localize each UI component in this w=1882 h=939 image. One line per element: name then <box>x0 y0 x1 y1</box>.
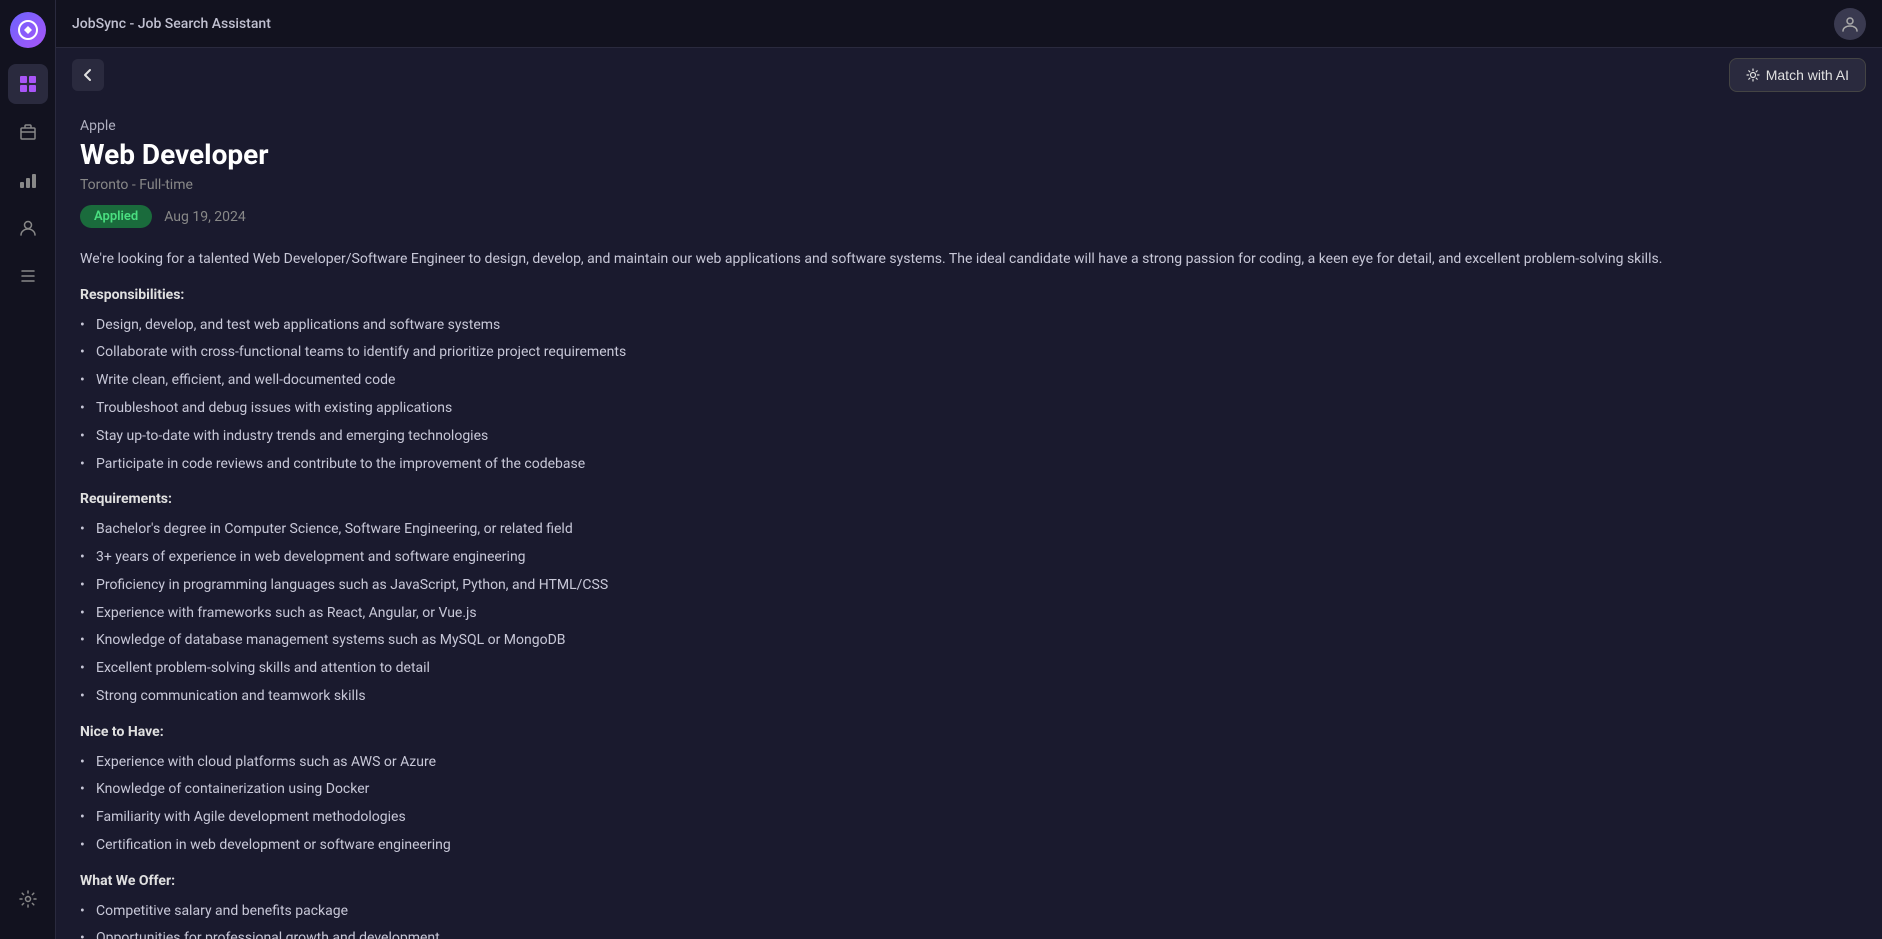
section-header: Nice to Have: <box>80 721 1832 745</box>
content-area: Match with AI Apple Web Developer Toront… <box>56 48 1882 939</box>
back-button[interactable] <box>72 59 104 91</box>
section-list: Experience with cloud platforms such as … <box>80 751 1832 858</box>
main-container: JobSync - Job Search Assistant M <box>56 0 1882 939</box>
list-item: Certification in web development or soft… <box>80 834 1832 858</box>
sidebar-item-jobs[interactable] <box>8 112 48 152</box>
match-ai-button[interactable]: Match with AI <box>1729 58 1866 92</box>
sidebar-item-profile[interactable] <box>8 208 48 248</box>
match-ai-label: Match with AI <box>1766 67 1849 83</box>
section-header: Responsibilities: <box>80 284 1832 308</box>
list-item: Troubleshoot and debug issues with exist… <box>80 397 1832 421</box>
action-bar: Match with AI <box>56 48 1882 102</box>
list-item: Competitive salary and benefits package <box>80 900 1832 924</box>
sidebar-item-settings[interactable] <box>8 879 48 919</box>
section-list: Competitive salary and benefits package O… <box>80 900 1832 939</box>
list-item: Familiarity with Agile development metho… <box>80 806 1832 830</box>
applied-date: Aug 19, 2024 <box>164 209 246 225</box>
section-header: Requirements: <box>80 488 1832 512</box>
sidebar-item-dashboard[interactable] <box>8 64 48 104</box>
list-item: Design, develop, and test web applicatio… <box>80 314 1832 338</box>
topbar: JobSync - Job Search Assistant <box>56 0 1882 48</box>
app-logo <box>10 12 46 48</box>
list-item: Knowledge of database management systems… <box>80 629 1832 653</box>
list-item: Collaborate with cross-functional teams … <box>80 341 1832 365</box>
list-item: Bachelor's degree in Computer Science, S… <box>80 518 1832 542</box>
sidebar-item-analytics[interactable] <box>8 160 48 200</box>
app-title: JobSync - Job Search Assistant <box>72 16 271 32</box>
list-item: 3+ years of experience in web developmen… <box>80 546 1832 570</box>
list-item: Write clean, efficient, and well-documen… <box>80 369 1832 393</box>
company-name: Apple <box>80 118 1832 134</box>
section-header: What We Offer: <box>80 870 1832 894</box>
job-meta: Toronto - Full-time <box>80 177 1832 193</box>
status-row: Applied Aug 19, 2024 <box>80 205 1832 228</box>
list-item: Experience with cloud platforms such as … <box>80 751 1832 775</box>
section-list: Design, develop, and test web applicatio… <box>80 314 1832 477</box>
list-item: Knowledge of containerization using Dock… <box>80 778 1832 802</box>
description-intro: We're looking for a talented Web Develop… <box>80 248 1832 272</box>
job-detail: Apple Web Developer Toronto - Full-time … <box>56 102 1856 939</box>
user-avatar[interactable] <box>1834 8 1866 40</box>
list-item: Strong communication and teamwork skills <box>80 685 1832 709</box>
list-item: Stay up-to-date with industry trends and… <box>80 425 1832 449</box>
job-sections: Responsibilities: Design, develop, and te… <box>80 284 1832 939</box>
list-item: Opportunities for professional growth an… <box>80 927 1832 939</box>
list-item: Participate in code reviews and contribu… <box>80 453 1832 477</box>
sidebar-item-applications[interactable] <box>8 256 48 296</box>
applied-badge: Applied <box>80 205 152 228</box>
job-title: Web Developer <box>80 138 1832 171</box>
match-ai-icon <box>1746 68 1760 82</box>
list-item: Excellent problem-solving skills and att… <box>80 657 1832 681</box>
list-item: Experience with frameworks such as React… <box>80 602 1832 626</box>
list-item: Proficiency in programming languages suc… <box>80 574 1832 598</box>
job-description: We're looking for a talented Web Develop… <box>80 248 1832 939</box>
section-list: Bachelor's degree in Computer Science, S… <box>80 518 1832 709</box>
sidebar <box>0 0 56 939</box>
